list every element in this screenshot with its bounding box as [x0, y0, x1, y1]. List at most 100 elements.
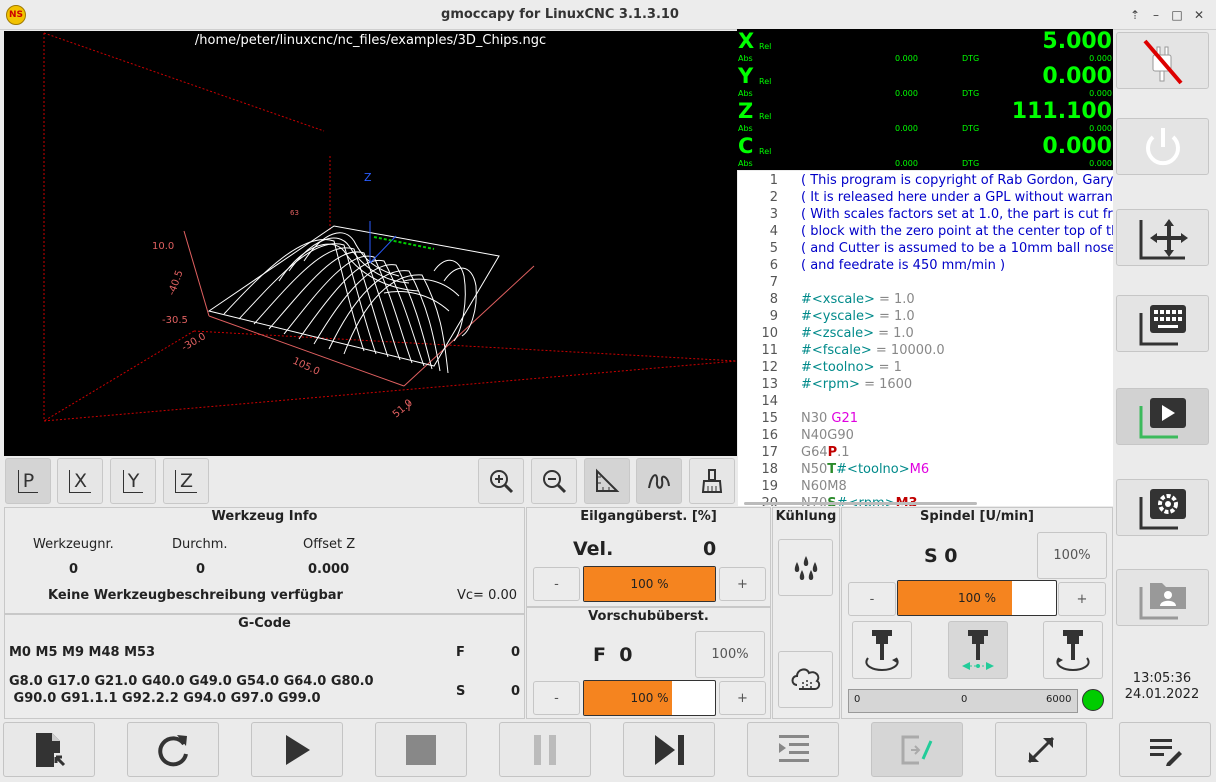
settings-button[interactable] — [1116, 479, 1209, 536]
spindle-minus-button[interactable]: - — [848, 582, 896, 616]
dro-axis-y[interactable]: Y Rel Abs 0.000 0.000 DTG 0.000 — [737, 64, 1113, 99]
code-line[interactable]: 3 ( With scales factors set at 1.0, the p… — [738, 207, 1113, 224]
spindle-override-slider[interactable]: 100 % — [897, 580, 1057, 616]
rapid-vel-label: Vel. — [573, 538, 614, 560]
gcode-preview[interactable]: /home/peter/linuxcnc/nc_files/examples/3… — [4, 31, 737, 456]
view-perspective-button[interactable]: P — [5, 458, 51, 504]
mdi-mode-button[interactable] — [1116, 295, 1209, 352]
auto-mode-button[interactable] — [1116, 388, 1209, 445]
code-line[interactable]: 6 ( and feedrate is 450 mm/min ) — [738, 258, 1113, 275]
dro-display: X Rel Abs 5.000 0.000 DTG 0.000 Y Rel Abs 0.000… — [737, 29, 1113, 170]
code-line[interactable]: 1 ( This program is copyright of Rab Gord… — [738, 173, 1113, 190]
axis-letter: X — [738, 29, 755, 53]
code-token: .1 — [837, 445, 850, 460]
spindle-reset-button[interactable]: 100% — [1037, 532, 1107, 579]
machine-on-button[interactable] — [1116, 118, 1209, 175]
feed-override-slider[interactable]: 100 % — [583, 680, 716, 716]
rel-label: Rel — [759, 147, 772, 156]
pause-button[interactable] — [499, 722, 591, 777]
dro-axis-z[interactable]: Z Rel Abs 111.100 0.000 DTG 0.000 — [737, 99, 1113, 134]
settings-gear-icon — [1139, 488, 1186, 529]
view-x-button[interactable]: X — [57, 458, 103, 504]
view-z-button[interactable]: Z — [163, 458, 209, 504]
code-line[interactable]: 10 #<zscale> = 1.0 — [738, 326, 1113, 343]
rapid-plus-button[interactable]: + — [719, 567, 766, 601]
dim-label: -30.0 — [180, 331, 208, 353]
code-text: ( With scales factors set at 1.0, the pa… — [801, 207, 1113, 222]
step-button[interactable] — [623, 722, 715, 777]
spindle-scale-current: 0 — [961, 694, 968, 705]
show-dimensions-button[interactable] — [584, 458, 630, 504]
spindle-speed-label: S 0 — [924, 545, 958, 567]
horizontal-scrollbar[interactable] — [744, 502, 977, 505]
view-y-button[interactable]: Y — [110, 458, 156, 504]
spindle-reverse-button[interactable] — [1043, 621, 1103, 679]
view-z-icon: Z — [174, 469, 198, 493]
code-line[interactable]: 9 #<yscale> = 1.0 — [738, 309, 1113, 326]
reload-button[interactable] — [127, 722, 219, 777]
rapid-minus-button[interactable]: - — [533, 567, 580, 601]
spindle-plus-button[interactable]: + — [1058, 582, 1106, 616]
line-number: 13 — [761, 377, 778, 392]
code-line[interactable]: 2 ( It is released here under a GPL witho… — [738, 190, 1113, 207]
tool-diameter-value: 0 — [196, 562, 206, 577]
gcode-editor[interactable]: 1 ( This program is copyright of Rab Gord… — [738, 171, 1113, 506]
feed-minus-button[interactable]: - — [533, 681, 580, 715]
manual-mode-button[interactable] — [1116, 209, 1209, 266]
code-line[interactable]: 18 N50T#<toolno>M6 — [738, 462, 1113, 479]
code-text: ( It is released here under a GPL withou… — [801, 190, 1113, 205]
zoom-out-icon — [543, 470, 567, 494]
dro-axis-c[interactable]: C Rel Abs 0.000 0.000 DTG 0.000 — [737, 134, 1113, 169]
code-line[interactable]: 8 #<xscale> = 1.0 — [738, 292, 1113, 309]
feed-plus-button[interactable]: + — [719, 681, 766, 715]
code-line[interactable]: 12 #<toolno> = 1 — [738, 360, 1113, 377]
user-tabs-button[interactable] — [1116, 569, 1209, 626]
code-token: G64 — [801, 445, 828, 460]
code-token: = 1 — [874, 360, 902, 375]
code-text: N50T#<toolno>M6 — [801, 462, 929, 477]
window-keep-above-button[interactable]: ⇡ — [1126, 6, 1144, 24]
code-line[interactable]: 14 — [738, 394, 1113, 411]
fullscreen-button[interactable] — [995, 722, 1087, 777]
rapid-override-slider[interactable]: 100 % — [583, 566, 716, 602]
code-line[interactable]: 15 N30 G21 — [738, 411, 1113, 428]
active-mcodes: M0 M5 M9 M48 M53 — [9, 645, 156, 660]
edit-code-button[interactable] — [1119, 722, 1211, 777]
flood-coolant-button[interactable] — [778, 539, 833, 596]
code-text: #<zscale> = 1.0 — [801, 326, 914, 341]
line-number: 18 — [761, 462, 778, 477]
spindle-forward-button[interactable] — [852, 621, 912, 679]
window-minimize-button[interactable]: – — [1147, 6, 1165, 24]
zoom-out-button[interactable] — [531, 458, 577, 504]
run-button[interactable] — [251, 722, 343, 777]
clear-plot-button[interactable] — [689, 458, 735, 504]
stop-button[interactable] — [375, 722, 467, 777]
pause-icon — [534, 734, 556, 765]
axis-value: 111.100 — [1011, 99, 1112, 124]
window-maximize-button[interactable]: □ — [1168, 6, 1186, 24]
open-file-button[interactable] — [3, 722, 95, 777]
code-line[interactable]: 13 #<rpm> = 1600 — [738, 377, 1113, 394]
rapid-override-panel: Eilgangüberst. [%] Vel. 0 - 100 % + — [526, 507, 771, 607]
code-line[interactable]: 5 ( and Cutter is assumed to be a 10mm ba… — [738, 241, 1113, 258]
code-line[interactable]: 16 N40G90 — [738, 428, 1113, 445]
run-from-line-button[interactable] — [747, 722, 839, 777]
code-line[interactable]: 19 N60M8 — [738, 479, 1113, 496]
line-number: 10 — [761, 326, 778, 341]
estop-button[interactable] — [1116, 32, 1209, 89]
code-line[interactable]: 4 ( block with the zero point at the cent… — [738, 224, 1113, 241]
code-line[interactable]: 11 #<fscale> = 10000.0 — [738, 343, 1113, 360]
mist-coolant-button[interactable] — [778, 651, 833, 708]
optional-block-button[interactable] — [871, 722, 963, 777]
feed-reset-button[interactable]: 100% — [695, 631, 765, 678]
dro-axis-x[interactable]: X Rel Abs 5.000 0.000 DTG 0.000 — [737, 29, 1113, 64]
spindle-stop-button[interactable] — [948, 621, 1008, 679]
code-line[interactable]: 17 G64P.1 — [738, 445, 1113, 462]
speed-label: S — [456, 684, 466, 699]
rel-label: Rel — [759, 42, 772, 51]
code-text: ( block with the zero point at the cente… — [801, 224, 1113, 239]
show-toolpath-button[interactable] — [636, 458, 682, 504]
window-close-button[interactable]: ✕ — [1190, 6, 1208, 24]
code-line[interactable]: 7 — [738, 275, 1113, 292]
zoom-in-button[interactable] — [478, 458, 524, 504]
